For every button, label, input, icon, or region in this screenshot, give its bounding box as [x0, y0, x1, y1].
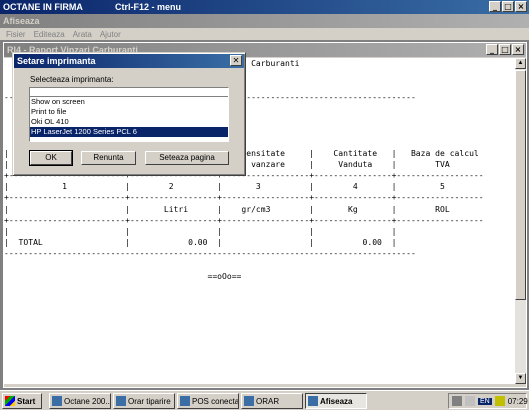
app-icon: [180, 396, 190, 406]
printer-option[interactable]: Print to file: [30, 107, 228, 117]
minimize-button[interactable]: _: [489, 1, 501, 12]
printer-listbox[interactable]: Show on screen Print to file Oki OL 410 …: [29, 87, 229, 142]
tray-app-icon[interactable]: [494, 396, 505, 406]
app-window: OCTANE IN FIRMA Ctrl-F12 - menu _ □ × Af…: [0, 0, 529, 390]
task-label: Orar tiparire: [128, 396, 171, 406]
printer-input[interactable]: [30, 88, 228, 97]
task-label: POS conectat: [192, 396, 239, 406]
menu-editeaza[interactable]: Editeaza: [34, 30, 65, 39]
app-icon: [116, 396, 126, 406]
windows-logo-icon: [5, 396, 15, 406]
app-hotkey-hint: Ctrl-F12 - menu: [115, 2, 182, 12]
task-label: Afiseaza: [320, 396, 353, 406]
printer-option[interactable]: Oki OL 410: [30, 117, 228, 127]
page-setup-button[interactable]: Seteaza pagina: [145, 151, 229, 165]
start-button[interactable]: Start: [2, 393, 42, 409]
dialog-close-button[interactable]: ✕: [230, 55, 242, 66]
scroll-up-button[interactable]: ▲: [515, 58, 526, 69]
start-label: Start: [17, 396, 36, 406]
vertical-scrollbar[interactable]: ▲ ▼: [515, 58, 526, 384]
task-label: ORAR: [256, 396, 280, 406]
dialog-titlebar[interactable]: Setare imprimanta ✕: [14, 54, 244, 68]
volume-icon[interactable]: [465, 396, 475, 406]
task-pos-conectat[interactable]: POS conectat: [177, 393, 239, 409]
cancel-button[interactable]: Renunta: [81, 151, 136, 165]
menu-bar: Fisier Editeaza Arata Ajutor: [0, 28, 529, 40]
task-orar-tiparire[interactable]: Orar tiparire: [113, 393, 175, 409]
language-indicator[interactable]: EN: [478, 397, 492, 405]
scroll-down-button[interactable]: ▼: [515, 373, 526, 384]
printer-select-label: Selecteaza imprimanta:: [30, 75, 114, 84]
report-close-button[interactable]: ×: [512, 44, 524, 55]
app-titlebar[interactable]: OCTANE IN FIRMA Ctrl-F12 - menu _ □ ×: [0, 0, 529, 14]
menu-ajutor[interactable]: Ajutor: [100, 30, 121, 39]
report-restore-button[interactable]: □: [499, 44, 511, 55]
printer-option[interactable]: Show on screen: [30, 97, 228, 107]
clock[interactable]: 07:29: [508, 397, 529, 406]
task-octane[interactable]: Octane 200...: [49, 393, 111, 409]
dialog-controls: ✕: [230, 55, 242, 66]
ok-button[interactable]: OK: [29, 150, 73, 166]
task-afiseaza[interactable]: Afiseaza: [305, 393, 367, 409]
maximize-button[interactable]: □: [502, 1, 514, 12]
task-label: Octane 200...: [64, 396, 111, 406]
report-window-controls: _ □ ×: [486, 44, 524, 55]
app-icon: [308, 396, 318, 406]
menu-fisier[interactable]: Fisier: [6, 30, 26, 39]
scroll-thumb[interactable]: [515, 70, 526, 300]
afiseaza-titlebar[interactable]: Afiseaza: [0, 14, 529, 28]
task-orar[interactable]: ORAR: [241, 393, 303, 409]
taskbar: Start Octane 200... Orar tiparire POS co…: [0, 390, 529, 410]
system-tray: EN 07:29: [448, 393, 529, 409]
close-button[interactable]: ×: [515, 1, 527, 12]
app-icon: [244, 396, 254, 406]
app-window-controls: _ □ ×: [489, 1, 527, 12]
printer-dialog: Setare imprimanta ✕ Selecteaza imprimant…: [12, 52, 246, 176]
app-title: OCTANE IN FIRMA: [3, 2, 83, 12]
menu-arata[interactable]: Arata: [73, 30, 92, 39]
printer-option-selected[interactable]: HP LaserJet 1200 Series PCL 6: [30, 127, 228, 137]
window-title: Afiseaza: [3, 16, 40, 26]
app-icon: [52, 396, 62, 406]
dialog-title: Setare imprimanta: [17, 56, 96, 66]
network-icon[interactable]: [452, 396, 462, 406]
report-minimize-button[interactable]: _: [486, 44, 498, 55]
